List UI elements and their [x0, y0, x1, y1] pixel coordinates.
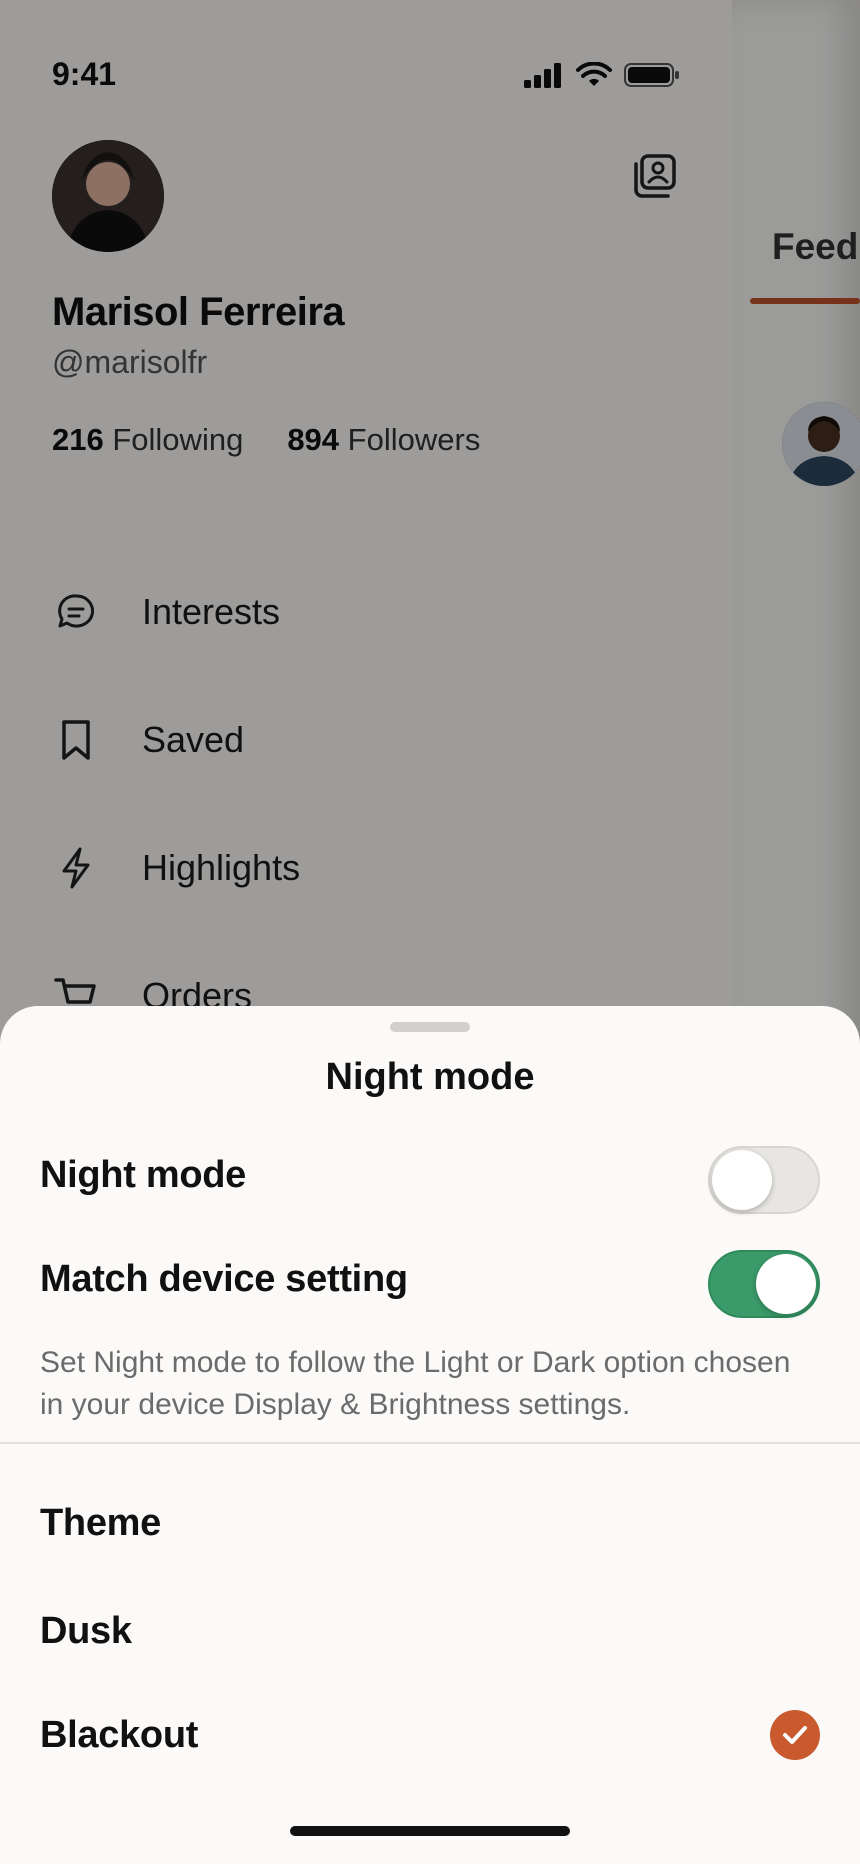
- toggle-knob: [712, 1150, 772, 1210]
- theme-option-blackout[interactable]: Blackout: [40, 1714, 198, 1757]
- theme-heading: Theme: [40, 1502, 161, 1544]
- match-device-description: Set Night mode to follow the Light or Da…: [40, 1346, 791, 1421]
- checkmark-icon: [770, 1710, 820, 1760]
- match-device-label: Match device setting: [40, 1258, 408, 1300]
- night-mode-sheet: Night mode Night mode Match device setti…: [0, 1006, 860, 1864]
- night-mode-toggle[interactable]: [708, 1146, 820, 1214]
- night-mode-label: Night mode: [40, 1154, 246, 1196]
- home-indicator: [290, 1826, 570, 1836]
- match-device-toggle[interactable]: [708, 1250, 820, 1318]
- sheet-title: Night mode: [325, 1056, 535, 1098]
- theme-option-dusk[interactable]: Dusk: [40, 1610, 132, 1653]
- section-divider: [0, 1442, 860, 1444]
- toggle-knob: [756, 1254, 816, 1314]
- sheet-grabber[interactable]: [390, 1022, 470, 1032]
